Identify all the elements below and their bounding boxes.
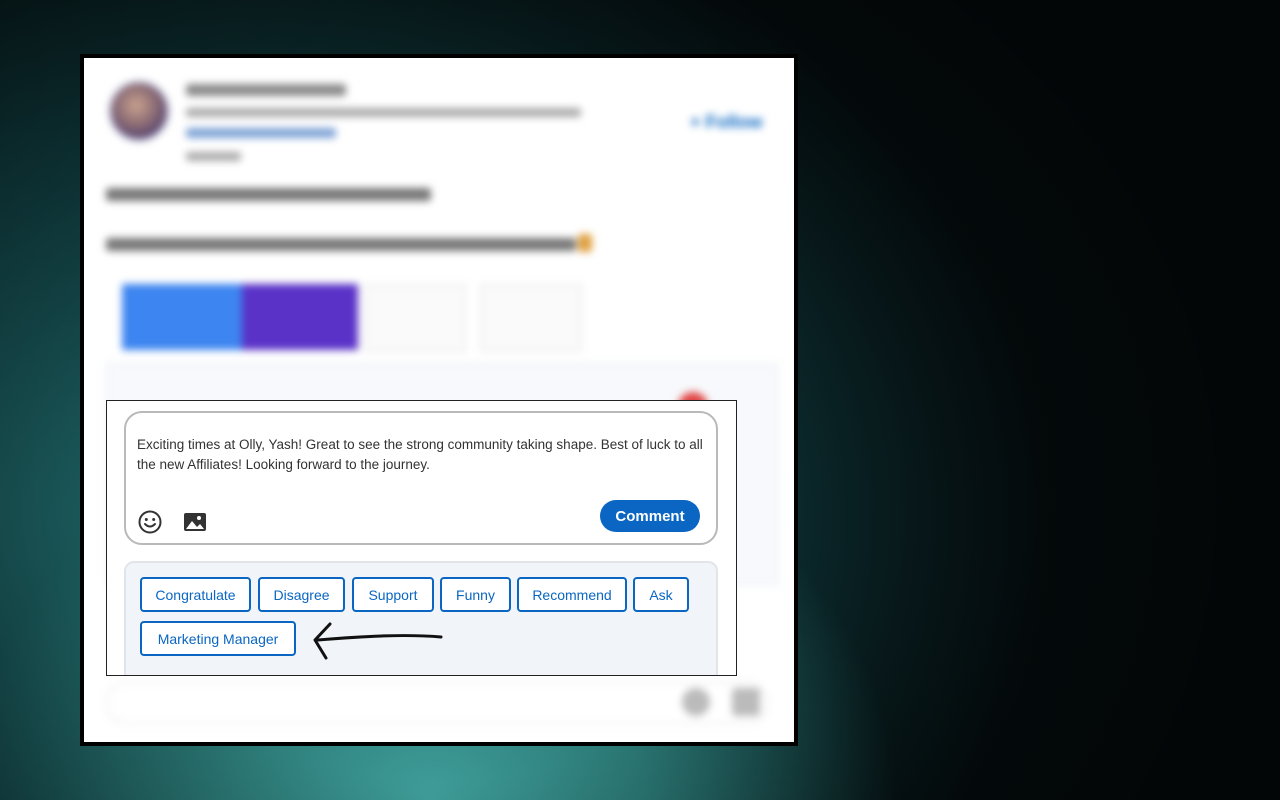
post-line-1-blur (106, 188, 431, 201)
book-appointment-blur (186, 128, 336, 138)
author-avatar (108, 80, 170, 142)
stat-card-blue (122, 284, 242, 350)
post-time-blur (186, 152, 241, 161)
stat-card-purple (242, 284, 358, 350)
stat-card-grey-2 (480, 284, 582, 352)
image-icon[interactable] (182, 509, 208, 535)
comment-button[interactable]: Comment (600, 500, 700, 532)
chip-marketing-manager[interactable]: Marketing Manager (140, 621, 296, 656)
chip-congratulate[interactable]: Congratulate (140, 577, 251, 612)
chip-funny[interactable]: Funny (440, 577, 511, 612)
comment-text[interactable]: Exciting times at Olly, Yash! Great to s… (137, 435, 712, 475)
image-icon-blur[interactable] (732, 688, 760, 716)
add-comment-input-blur[interactable] (106, 682, 768, 724)
follow-button[interactable]: + Follow (690, 112, 763, 133)
chip-recommend[interactable]: Recommend (517, 577, 627, 612)
chip-disagree[interactable]: Disagree (258, 577, 345, 612)
emoji-blur (578, 234, 592, 252)
comment-editor[interactable]: Exciting times at Olly, Yash! Great to s… (124, 411, 718, 545)
smiley-icon[interactable] (137, 509, 163, 535)
pointer-arrow-icon (313, 622, 443, 660)
stat-card-grey-1 (364, 284, 466, 352)
author-headline-blur (186, 108, 581, 117)
chip-support[interactable]: Support (352, 577, 434, 612)
emoji-icon-blur[interactable] (682, 688, 710, 716)
author-name-blur (186, 84, 346, 96)
chip-ask[interactable]: Ask (633, 577, 689, 612)
post-line-2-blur (106, 238, 576, 251)
